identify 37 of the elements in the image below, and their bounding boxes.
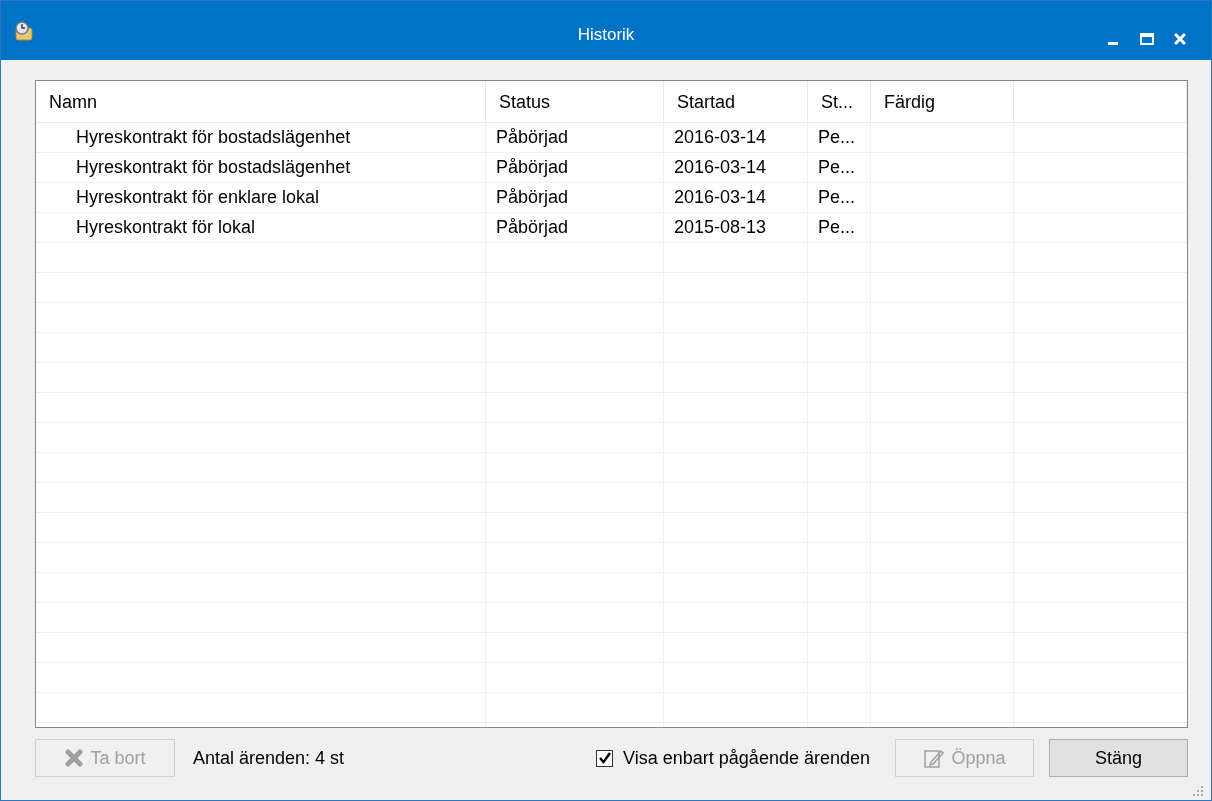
case-count: Antal ärenden: 4 st [193, 747, 345, 769]
table-cell: Pe... [818, 157, 856, 177]
cross-icon [64, 748, 85, 768]
resize-grip-icon[interactable] [1193, 786, 1203, 796]
table-cell: 2016-03-14 [674, 127, 767, 147]
table-cell: 2016-03-14 [674, 187, 767, 207]
column-header[interactable]: St... [808, 81, 871, 122]
table-cell: Pe... [818, 127, 856, 147]
table-cell: Påbörjad [496, 157, 569, 177]
maximize-icon[interactable] [1139, 31, 1155, 46]
pencil-icon [923, 747, 946, 769]
close-icon[interactable] [1173, 31, 1187, 46]
table-cell: Hyreskontrakt för lokal [76, 217, 256, 237]
list-row[interactable]: Hyreskontrakt för lokal Påbörjad 2015-08-13 Pe... [36, 213, 1187, 243]
table-cell: Pe... [818, 187, 856, 207]
table-cell: Hyreskontrakt för enklare lokal [76, 187, 320, 207]
table-cell: Hyreskontrakt för bostadslägenhet [76, 157, 351, 177]
table-cell: 2016-03-14 [674, 157, 767, 177]
column-header[interactable]: Färdig [871, 81, 1014, 122]
checkbox[interactable] [596, 749, 614, 767]
table-cell: Påbörjad [496, 217, 569, 237]
clock-scroll-icon [13, 19, 35, 42]
close-button[interactable]: Stäng [1049, 739, 1188, 777]
column-header[interactable]: Status [486, 81, 664, 122]
list-row[interactable]: Hyreskontrakt för bostadslägenhet Påbörjad 2016-03-14 Pe... [36, 153, 1187, 183]
window-title: Historik [577, 25, 635, 45]
table-cell: Hyreskontrakt för bostadslägenhet [76, 127, 351, 147]
table-cell: Påbörjad [496, 127, 569, 147]
table-cell: 2015-08-13 [674, 217, 767, 237]
checkbox-label[interactable]: Visa enbart pågående ärenden [623, 747, 870, 769]
table-cell: Pe... [818, 217, 856, 237]
table-cell: Påbörjad [496, 187, 569, 207]
list-row[interactable]: Hyreskontrakt för enklare lokal Påbörjad 2016-03-14 Pe... [36, 183, 1187, 213]
list-row[interactable]: Hyreskontrakt för bostadslägenhet Påbörjad 2016-03-14 Pe... [36, 123, 1187, 153]
column-header[interactable]: Startad [664, 81, 808, 122]
column-header[interactable]: Namn [36, 81, 486, 122]
check-icon [597, 751, 612, 765]
